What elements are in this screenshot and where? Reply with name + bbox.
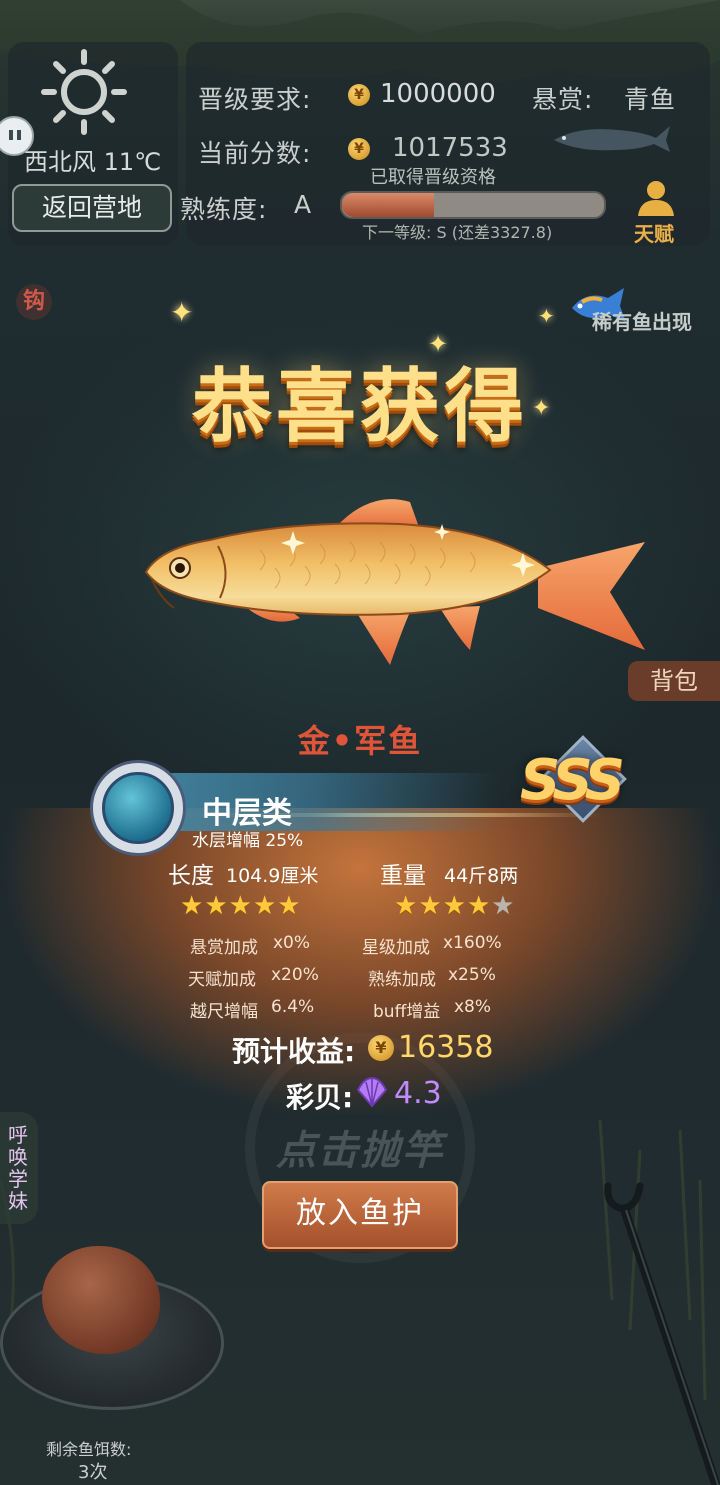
game-screen: 西北风 11℃ 返回营地 晋级要求: ¥ 1000000 悬赏: 青鱼 当前分数… (0, 0, 720, 1485)
bonus-value: x0% (273, 933, 311, 953)
score-label: 当前分数: (198, 139, 312, 168)
proficiency-progress-bar (340, 191, 606, 219)
length-value: 104.9厘米 (226, 865, 319, 887)
sparkle-icon: ✦ (170, 296, 194, 329)
result-card (0, 808, 720, 1114)
requirement-value: 1000000 (380, 79, 496, 109)
bonus-value: x8% (454, 997, 492, 1017)
coin-icon: ¥ (368, 1035, 394, 1061)
length-label: 长度 (168, 863, 214, 889)
bait-remaining-label: 剩余鱼饵数: (46, 1440, 132, 1459)
talent-label: 天赋 (634, 222, 674, 246)
bonus-label: 天赋加成 (188, 970, 256, 990)
weather-text: 西北风 11℃ (24, 148, 162, 176)
shell-value: 4.3 (394, 1076, 442, 1111)
put-in-keepnet-button[interactable]: 放入鱼护 (262, 1181, 458, 1249)
sparkle-icon: ✦ (538, 304, 555, 328)
score-value: 1017533 (392, 133, 508, 163)
bounty-fish-icon (554, 126, 670, 152)
length-stars: ★★★★★ (180, 891, 302, 921)
call-sister-button[interactable]: 呼唤学妹 (0, 1112, 38, 1224)
hook-button[interactable]: 钩 (16, 284, 52, 320)
star-filled-icon: ★ (277, 891, 302, 921)
weight-stars: ★★★★★ (394, 891, 516, 921)
golden-fish-image (144, 499, 645, 665)
bonus-value: x20% (271, 965, 319, 985)
rare-fish-button[interactable]: 稀有鱼出现 (566, 284, 710, 334)
call-sister-label: 呼唤学妹 (8, 1123, 28, 1213)
layer-bonus: 水层增幅 25% (192, 831, 304, 851)
category-orb-icon (90, 760, 186, 856)
weight-label: 重量 (380, 863, 426, 889)
rod-holder-icon (604, 1182, 720, 1485)
coin-icon: ¥ (348, 84, 370, 106)
cast-rod-button[interactable]: 点击抛竿 (0, 1118, 720, 1176)
congrats-title: 恭喜获得 (192, 360, 528, 453)
bonus-label: 越尺增幅 (190, 1002, 258, 1022)
star-filled-icon: ★ (204, 891, 229, 921)
next-level-text: 下一等级: S (还差3327.8) (362, 223, 553, 242)
proficiency-grade: A (294, 190, 313, 219)
return-camp-button[interactable]: 返回营地 (12, 184, 172, 232)
income-label: 预计收益: (232, 1035, 356, 1068)
star-filled-icon: ★ (418, 891, 443, 921)
bounty-fish: 青鱼 (624, 85, 677, 114)
coin-icon: ¥ (348, 138, 370, 160)
shell-icon (356, 1076, 388, 1108)
star-empty-icon: ★ (491, 891, 516, 921)
bonus-label: buff增益 (373, 1002, 441, 1022)
income-value: 16358 (398, 1030, 494, 1065)
star-filled-icon: ★ (442, 891, 467, 921)
qualified-text: 已取得晋级资格 (370, 167, 496, 188)
sun-icon (41, 49, 127, 135)
rare-fish-label: 稀有鱼出现 (592, 310, 692, 334)
rank-badge: SSS (520, 748, 625, 813)
bait-remaining-value: 3次 (78, 1462, 108, 1483)
talent-button[interactable]: 天赋 (628, 180, 686, 246)
bonus-value: x25% (448, 965, 496, 985)
bounty-label: 悬赏: (532, 85, 594, 114)
star-filled-icon: ★ (466, 891, 492, 921)
weight-value: 44斤8两 (444, 865, 519, 887)
bonus-label: 星级加成 (362, 938, 430, 958)
star-filled-icon: ★ (228, 891, 253, 921)
bonus-value: x160% (443, 933, 502, 953)
requirement-label: 晋级要求: (198, 85, 312, 114)
star-filled-icon: ★ (394, 891, 419, 921)
bonus-label: 悬赏加成 (190, 938, 258, 958)
progress-fill (342, 193, 434, 217)
star-filled-icon: ★ (180, 891, 205, 921)
bonus-label: 熟练加成 (368, 970, 436, 990)
shell-label: 彩贝: (286, 1081, 354, 1114)
bonus-value: 6.4% (271, 997, 315, 1017)
proficiency-label: 熟练度: (180, 195, 268, 224)
star-filled-icon: ★ (252, 891, 278, 921)
backpack-button[interactable]: 背包 (628, 661, 720, 701)
person-icon (638, 181, 674, 216)
